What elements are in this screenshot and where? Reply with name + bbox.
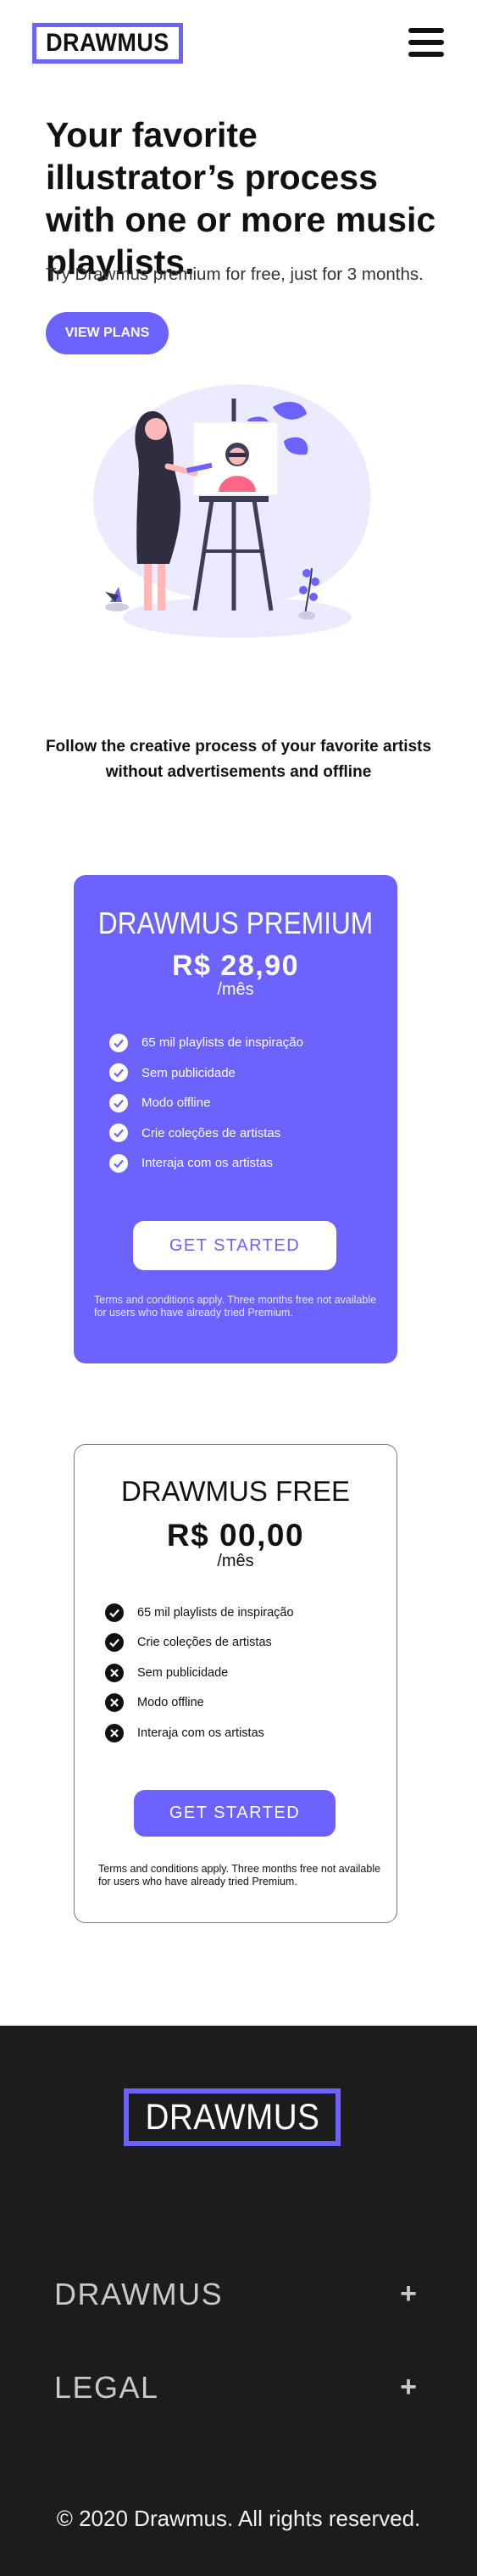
free-terms-text: Terms and conditions apply. Three months…	[98, 1863, 381, 1887]
free-plan-title: DRAWMUS FREE	[120, 1475, 351, 1507]
feature-item: Interaja com os artistas	[105, 1718, 294, 1748]
feature-label: Interaja com os artistas	[141, 1156, 274, 1171]
feature-item: Crie coleções de artistas	[109, 1118, 303, 1149]
premium-plan-title: DRAWMUS PREMIUM	[97, 906, 374, 940]
check-icon	[105, 1633, 124, 1653]
feature-item: Sem publicidade	[105, 1658, 294, 1688]
feature-label: 65 mil playlists de inspiração	[141, 1035, 303, 1051]
copyright-text: © 2020 Drawmus. All rights reserved.	[56, 2506, 421, 2531]
x-icon	[105, 1693, 124, 1713]
woman-painting-at-easel-illustration	[93, 384, 371, 638]
feature-label: Interaja com os artistas	[137, 1726, 264, 1740]
free-plan-period: /mês	[217, 1552, 254, 1570]
check-icon	[109, 1093, 128, 1112]
free-get-started-button[interactable]: GET STARTED	[134, 1790, 336, 1837]
check-icon	[109, 1063, 128, 1083]
feature-item: Modo offline	[109, 1088, 303, 1118]
view-plans-button[interactable]: VIEW PLANS	[46, 312, 169, 354]
x-icon	[105, 1663, 124, 1682]
premium-feature-list: 65 mil playlists de inspiração Sem publi…	[109, 1028, 303, 1179]
hamburger-menu-icon[interactable]	[408, 28, 444, 57]
footer-logo-text: DRAWMUS	[145, 2096, 319, 2138]
footer-section-drawmus[interactable]: DRAWMUS +	[54, 2268, 419, 2319]
feature-label: Modo offline	[137, 1696, 204, 1710]
logo[interactable]: DRAWMUS	[32, 23, 183, 64]
feature-label: 65 mil playlists de inspiração	[137, 1605, 294, 1620]
follow-text: Follow the creative process of your favo…	[45, 738, 432, 781]
check-icon	[109, 1153, 128, 1173]
footer-section-label: DRAWMUS	[54, 2277, 224, 2311]
feature-item: Modo offline	[105, 1688, 294, 1719]
feature-item: Interaja com os artistas	[109, 1148, 303, 1179]
free-feature-list: 65 mil playlists de inspiração Crie cole…	[105, 1597, 294, 1748]
premium-get-started-button[interactable]: GET STARTED	[133, 1221, 336, 1270]
feature-item: 65 mil playlists de inspiração	[109, 1028, 303, 1058]
feature-label: Sem publicidade	[137, 1665, 229, 1680]
footer-logo[interactable]: DRAWMUS	[124, 2088, 341, 2146]
feature-label: Crie coleções de artistas	[137, 1636, 272, 1650]
premium-plan-period: /mês	[217, 980, 254, 999]
feature-label: Modo offline	[141, 1096, 211, 1111]
feature-item: Crie coleções de artistas	[105, 1628, 294, 1659]
logo-text: DRAWMUS	[46, 29, 169, 57]
plus-icon[interactable]: +	[400, 2371, 417, 2404]
premium-terms-text: Terms and conditions apply. Three months…	[94, 1294, 377, 1319]
x-icon	[105, 1723, 124, 1742]
feature-label: Sem publicidade	[141, 1065, 236, 1080]
feature-item: 65 mil playlists de inspiração	[105, 1597, 294, 1628]
check-icon	[105, 1603, 124, 1622]
feature-label: Crie coleções de artistas	[141, 1125, 281, 1140]
feature-item: Sem publicidade	[109, 1058, 303, 1089]
plus-icon[interactable]: +	[400, 2278, 417, 2311]
site-header: DRAWMUS	[0, 0, 477, 85]
premium-plan-price: R$ 28,90	[172, 950, 299, 982]
hero-subtitle: Try Drawmus premium for free, just for 3…	[46, 265, 424, 284]
free-plan-card: DRAWMUS FREE R$ 00,00 /mês 65 mil playli…	[74, 1444, 397, 1923]
footer-section-legal[interactable]: LEGAL +	[54, 2361, 419, 2412]
site-footer: DRAWMUS DRAWMUS + LEGAL + © 2020 Drawmus…	[0, 2026, 477, 2576]
premium-plan-card: DRAWMUS PREMIUM R$ 28,90 /mês 65 mil pla…	[74, 875, 397, 1363]
free-plan-price: R$ 00,00	[166, 1518, 305, 1553]
footer-section-label: LEGAL	[54, 2370, 159, 2405]
check-icon	[109, 1124, 128, 1143]
hero-title: Your favorite illustrator’s process with…	[46, 115, 436, 282]
check-icon	[109, 1033, 128, 1052]
